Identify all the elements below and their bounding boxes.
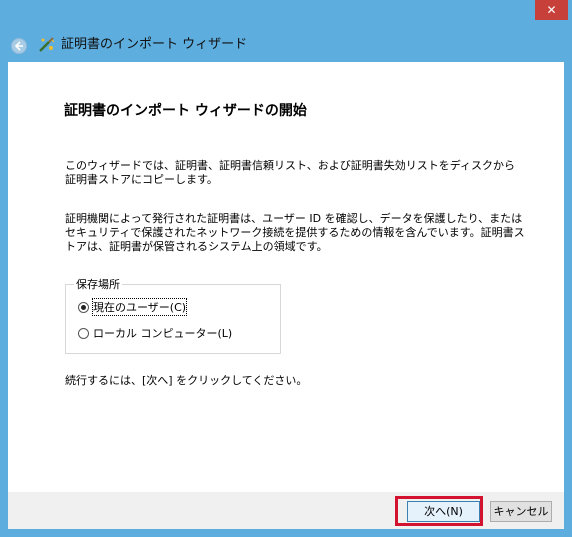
back-button[interactable]	[11, 38, 27, 54]
description-paragraph: 証明機関によって発行された証明書は、ユーザー ID を確認し、データを保護したり…	[65, 212, 525, 253]
radio-button-local-computer[interactable]	[78, 327, 89, 339]
radio-current-user[interactable]: 現在のユーザー(C)	[78, 298, 188, 316]
wizard-content: 証明書のインポート ウィザードの開始 このウィザードでは、証明書、証明書信頼リス…	[8, 62, 564, 492]
title-bar: ✕ 証明書のインポート ウィザード	[0, 0, 572, 62]
window-title: 証明書のインポート ウィザード	[61, 37, 248, 52]
radio-label-current-user[interactable]: 現在のユーザー(C)	[91, 298, 188, 316]
next-button-highlight	[395, 496, 483, 526]
dialog-window: ✕ 証明書のインポート ウィザード 証明書のインポート ウィザードの開始 このウ…	[0, 0, 572, 537]
cancel-button[interactable]: キャンセル	[490, 501, 552, 522]
intro-paragraph: このウィザードでは、証明書、証明書信頼リスト、および証明書失効リストをディスクか…	[65, 159, 516, 186]
continue-instruction: 続行するには、[次へ] をクリックしてください。	[65, 374, 308, 387]
page-heading: 証明書のインポート ウィザードの開始	[64, 103, 307, 119]
close-button[interactable]: ✕	[535, 0, 568, 20]
store-location-label: 保存場所	[74, 278, 122, 291]
radio-button-current-user[interactable]	[78, 301, 89, 313]
store-location-group: 保存場所 現在のユーザー(C) ローカル コンピューター(L)	[65, 279, 281, 354]
radio-label-local-computer[interactable]: ローカル コンピューター(L)	[93, 325, 232, 341]
back-arrow-icon	[14, 41, 23, 51]
certificate-wizard-icon	[38, 36, 56, 54]
radio-local-computer[interactable]: ローカル コンピューター(L)	[78, 325, 232, 341]
